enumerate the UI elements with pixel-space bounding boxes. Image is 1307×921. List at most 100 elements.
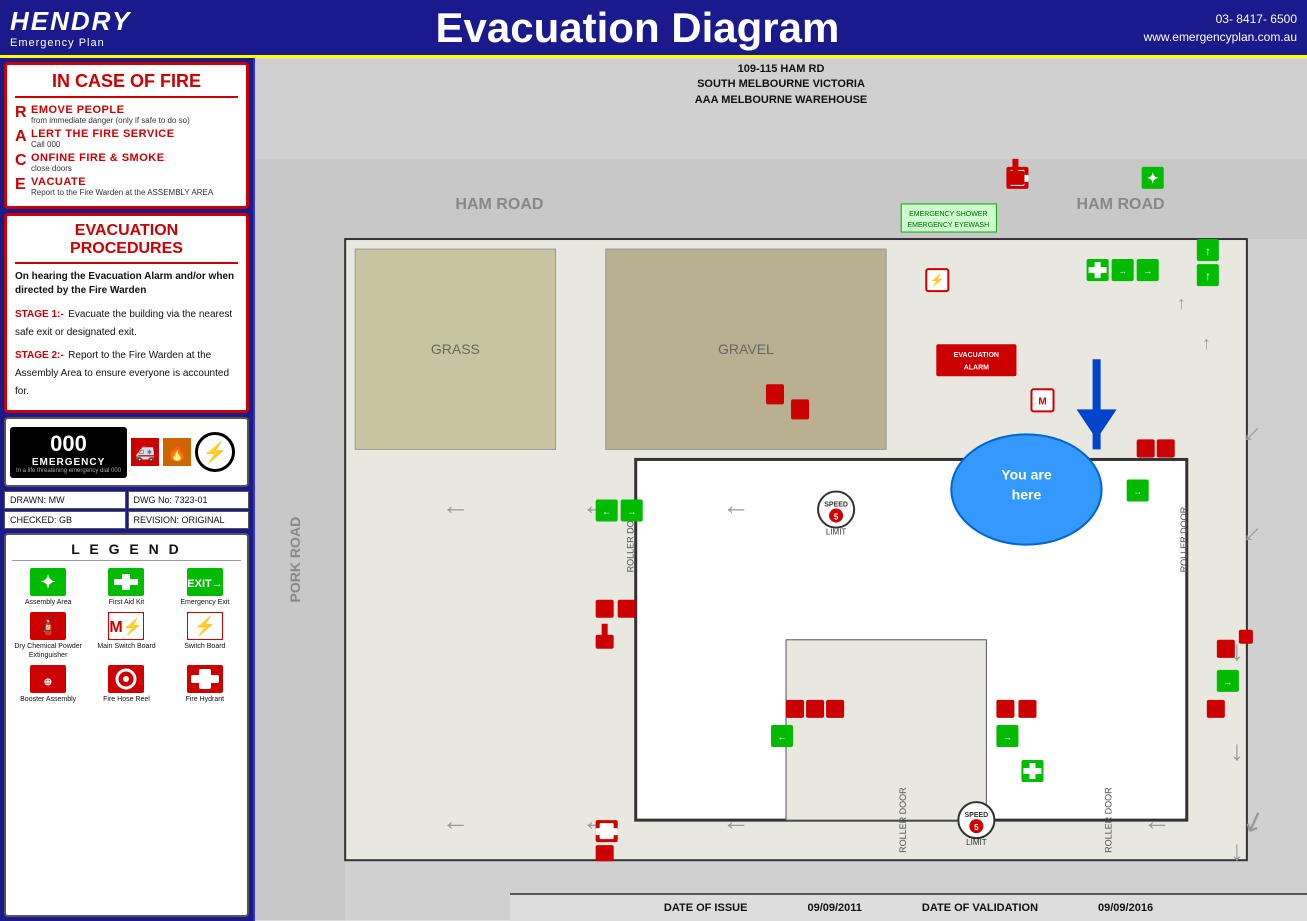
svg-text:EXIT→: EXIT→ (187, 578, 222, 590)
svg-text:🧯: 🧯 (38, 617, 58, 636)
legend-item-switchboard2: ⚡ Switch Board (169, 611, 241, 660)
svg-text:⊕: ⊕ (44, 677, 52, 688)
svg-text:LIMIT: LIMIT (826, 528, 847, 537)
svg-text:LIMIT: LIMIT (966, 838, 987, 847)
hydrant-icon (186, 664, 224, 694)
emergency-icons: 🚑 🔥 (131, 438, 191, 466)
fire-main-e: VACUATE (31, 176, 213, 188)
fire-icon: 🔥 (163, 438, 191, 466)
svg-text:→: → (1143, 266, 1152, 276)
legend-item-hydrant: Fire Hydrant (169, 664, 241, 704)
hosereel-icon (107, 664, 145, 694)
contact-info: 03- 8417- 6500 www.emergencyplan.com.au (1144, 10, 1297, 46)
legend-section: L E G E N D ✦ Assembly Area (4, 533, 249, 917)
dwg-cell: DWG No: 7323-01 (128, 491, 250, 509)
svg-text:here: here (1012, 487, 1042, 503)
logo: HENDRY Emergency Plan (10, 6, 131, 49)
fire-letter-a: A (15, 128, 29, 146)
svg-text:M: M (1038, 396, 1046, 407)
footer: DATE OF ISSUE 09/09/2011 DATE OF VALIDAT… (510, 893, 1307, 921)
svg-text:→: → (1003, 732, 1012, 742)
checked-cell: CHECKED: GB (4, 511, 126, 529)
firstaid-icon (107, 567, 145, 597)
switchboard-label: Main Switch Board (97, 643, 155, 651)
hydrant-label: Fire Hydrant (186, 696, 225, 704)
svg-text:✦: ✦ (1147, 170, 1159, 186)
svg-text:←: ← (1143, 805, 1171, 836)
svg-text:ROLLER DOOR: ROLLER DOOR (1179, 506, 1189, 572)
fire-item-e: E VACUATE Report to the Fire Warden at t… (15, 176, 238, 197)
booster-label: Booster Assembly (20, 696, 76, 704)
extinguisher-icon: 🧯 (29, 611, 67, 641)
assembly-icon: ✦ (29, 567, 67, 597)
fire-title: IN CASE OF FIRE (15, 71, 238, 98)
svg-text:←: ← (441, 490, 469, 521)
legend-item-extinguisher: 🧯 Dry Chemical Powder Extinguisher (12, 611, 84, 660)
revision-cell: REVISION: ORIGINAL (128, 511, 250, 529)
svg-text:EMERGENCY EYEWASH: EMERGENCY EYEWASH (907, 222, 989, 229)
fire-item-a: A LERT THE FIRE SERVICE Call 000 (15, 128, 238, 149)
switchboard2-icon: ⚡ (186, 611, 224, 641)
emergency-box: 000 EMERGENCY In a life threatening emer… (4, 417, 249, 487)
svg-text:↑: ↑ (1177, 293, 1186, 313)
evac-stage2: STAGE 2:- Report to the Fire Warden at t… (15, 345, 238, 399)
svg-text:You are: You are (1001, 466, 1052, 482)
switchboard-icon: M⚡ (107, 611, 145, 641)
lightning-icon: ⚡ (195, 432, 235, 472)
emergency-number: 000 (50, 431, 87, 457)
svg-text:→: → (627, 507, 636, 517)
svg-text:EMERGENCY SHOWER: EMERGENCY SHOWER (909, 211, 987, 218)
fire-letter-e: E (15, 176, 29, 194)
exit-label: Emergency Exit (180, 599, 229, 607)
svg-text:M⚡: M⚡ (110, 617, 143, 636)
legend-item-hosereel: Fire Hose Reel (90, 664, 162, 704)
website: www.emergencyplan.com.au (1144, 28, 1297, 46)
road-left-label: HAM ROAD (455, 195, 543, 213)
booster-icon: ⊕ (29, 664, 67, 694)
fire-main-a: LERT THE FIRE SERVICE (31, 128, 175, 140)
legend-grid: ✦ Assembly Area First Aid Kit (12, 567, 241, 705)
svg-text:⚡: ⚡ (930, 273, 945, 288)
svg-text:←: ← (722, 805, 750, 836)
evac-intro: On hearing the Evacuation Alarm and/or w… (15, 270, 238, 298)
svg-text:ALARM: ALARM (964, 364, 989, 371)
fire-sub-a: Call 000 (31, 140, 175, 149)
svg-text:GRAVEL: GRAVEL (718, 341, 774, 357)
svg-text:↑: ↑ (1202, 333, 1211, 353)
info-grid: DRAWN: MW DWG No: 7323-01 CHECKED: GB RE… (4, 491, 249, 529)
evac-stage1: STAGE 1:- Evacuate the building via the … (15, 304, 238, 340)
legend-title: L E G E N D (12, 541, 241, 561)
fire-item-r: R EMOVE PEOPLE from immediate danger (on… (15, 104, 238, 125)
sidebar: IN CASE OF FIRE R EMOVE PEOPLE from imme… (0, 58, 255, 921)
legend-item-switchboard: M⚡ Main Switch Board (90, 611, 162, 660)
fire-sub-c: close doors (31, 164, 165, 173)
drawn-cell: DRAWN: MW (4, 491, 126, 509)
svg-text:↓: ↓ (1230, 835, 1244, 866)
phone: 03- 8417- 6500 (1144, 10, 1297, 28)
stage2-label: STAGE 2:- (15, 350, 64, 361)
pork-road-label: PORK ROAD (287, 517, 303, 603)
svg-text:↑: ↑ (1205, 269, 1211, 283)
emergency-000: 000 EMERGENCY In a life threatening emer… (10, 427, 127, 478)
fire-section: IN CASE OF FIRE R EMOVE PEOPLE from imme… (4, 62, 249, 209)
header: HENDRY Emergency Plan Evacuation Diagram… (0, 0, 1307, 58)
address-line3: AAA MELBOURNE WAREHOUSE (695, 93, 868, 108)
address-line1: 109-115 HAM RD (695, 62, 868, 77)
evac-title: EVACUATION PROCEDURES (15, 222, 238, 264)
map-address: 109-115 HAM RD SOUTH MELBOURNE VICTORIA … (695, 62, 868, 108)
logo-name: HENDRY (10, 6, 131, 37)
svg-text:←: ← (722, 490, 750, 521)
map-svg: HAM ROAD HAM ROAD PORK ROAD GRASS GRAVEL… (255, 58, 1307, 921)
extinguisher-label: Dry Chemical Powder Extinguisher (12, 643, 84, 660)
ambulance-icon: 🚑 (131, 438, 159, 466)
logo-subtitle: Emergency Plan (10, 37, 105, 49)
svg-text:↓: ↓ (1230, 735, 1244, 766)
map-area: 109-115 HAM RD SOUTH MELBOURNE VICTORIA … (255, 58, 1307, 921)
svg-text:SPEED: SPEED (824, 502, 848, 509)
emergency-word: EMERGENCY (32, 457, 105, 468)
svg-text:ROLLER DOOR: ROLLER DOOR (898, 787, 908, 853)
fire-sub-e: Report to the Fire Warden at the ASSEMBL… (31, 188, 213, 197)
svg-text:←: ← (441, 805, 469, 836)
assembly-label: Assembly Area (25, 599, 72, 607)
validation-date: 09/09/2016 (1098, 902, 1153, 914)
